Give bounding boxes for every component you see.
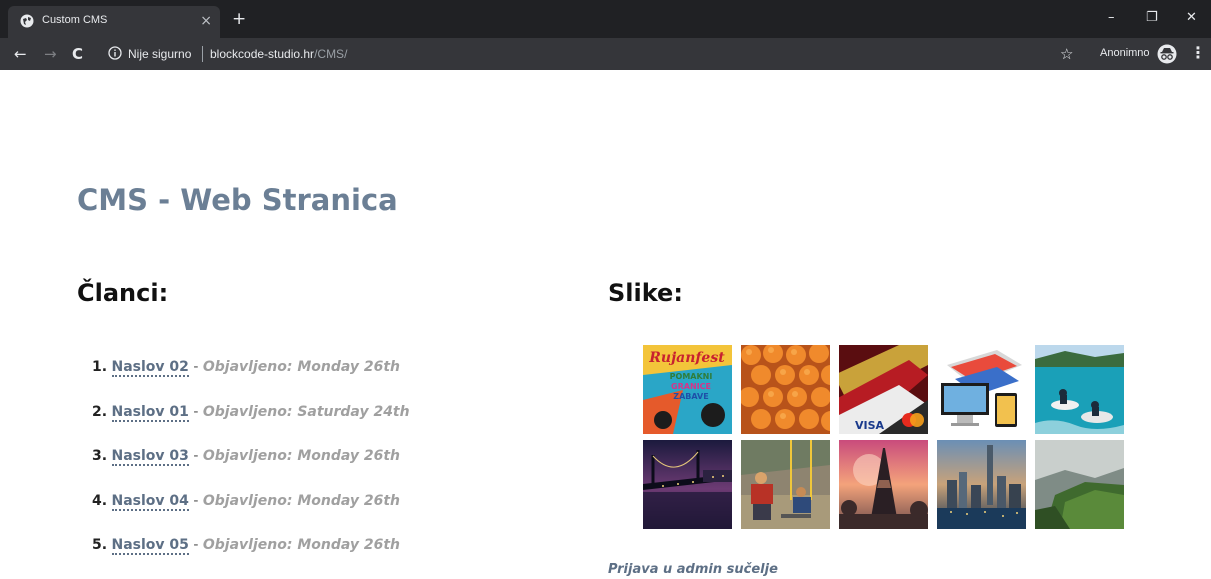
forward-arrow-icon[interactable]: →	[44, 45, 57, 63]
gallery-image-green-cliffs[interactable]	[1035, 440, 1124, 529]
separator: -	[188, 448, 203, 464]
gallery-image-city-skyline[interactable]	[937, 440, 1026, 529]
close-window-button[interactable]: ✕	[1186, 10, 1197, 26]
security-label[interactable]: Nije sigurno	[128, 47, 191, 61]
articles-heading: Članci:	[77, 279, 169, 307]
tab-close-icon[interactable]: ×	[200, 12, 212, 30]
images-heading: Slike:	[608, 279, 683, 307]
article-link[interactable]: Naslov 03	[111, 448, 189, 466]
url-path: /CMS/	[314, 47, 348, 61]
separator: -	[188, 359, 203, 375]
article-link[interactable]: Naslov 01	[111, 403, 189, 422]
restore-button[interactable]: ❐	[1146, 10, 1158, 26]
incognito-label[interactable]: Anonimno	[1100, 47, 1150, 59]
festival-poster-image: Rujanfest POMAKNI GRANICE ZABAVE	[643, 345, 732, 434]
reload-icon[interactable]: C	[72, 45, 83, 63]
divider	[202, 46, 203, 62]
list-item: 2. Naslov 01 - Objavljeno: Saturday 24th	[92, 401, 410, 446]
published-date: Objavljeno: Monday 26th	[202, 537, 401, 553]
published-date: Objavljeno: Monday 26th	[202, 492, 401, 509]
article-link[interactable]: Naslov 04	[111, 492, 189, 511]
gallery-image-devices[interactable]	[937, 345, 1026, 434]
list-item: 4. Naslov 04 - Objavljeno: Monday 26th	[92, 490, 410, 535]
poster-line: GRANICE	[671, 382, 711, 391]
browser-toolbar: ← → C Nije sigurno blockcode-studio.hr/C…	[0, 38, 1211, 70]
article-link[interactable]: Naslov 02	[111, 359, 189, 377]
city-skyline-image	[937, 440, 1026, 529]
info-icon[interactable]	[108, 46, 122, 60]
article-list: 1. Naslov 02 - Objavljeno: Monday 26th 2…	[92, 356, 410, 579]
credit-cards-image: VISA	[839, 345, 928, 434]
published-date: Objavljeno: Monday 26th	[202, 448, 401, 464]
globe-icon	[20, 14, 34, 28]
jet-ski-image	[1035, 345, 1124, 434]
published-date: Objavljeno: Saturday 24th	[202, 403, 410, 420]
incognito-icon[interactable]	[1157, 44, 1177, 64]
browser-tab-bar: Custom CMS × + – ❐ ✕	[0, 0, 1211, 38]
list-item: 3. Naslov 03 - Objavljeno: Monday 26th	[92, 445, 410, 490]
page-title: CMS - Web Stranica	[77, 183, 398, 217]
separator: -	[188, 537, 203, 553]
url-host: blockcode-studio.hr	[210, 47, 315, 61]
gallery-image-oranges[interactable]	[741, 345, 830, 434]
menu-kebab-icon[interactable]: ⋮	[1190, 44, 1206, 62]
list-number: 2.	[92, 403, 108, 420]
back-arrow-icon[interactable]: ←	[14, 45, 27, 63]
list-number: 4.	[92, 492, 108, 509]
devices-mockup-image	[937, 345, 1026, 434]
list-item: 1. Naslov 02 - Objavljeno: Monday 26th	[92, 356, 410, 401]
separator: -	[188, 403, 203, 420]
published-date: Objavljeno: Monday 26th	[202, 359, 401, 375]
tab-title: Custom CMS	[42, 14, 108, 26]
gallery-image-festival-poster[interactable]: Rujanfest POMAKNI GRANICE ZABAVE	[643, 345, 732, 434]
article-link[interactable]: Naslov 05	[111, 537, 189, 555]
image-gallery: Rujanfest POMAKNI GRANICE ZABAVE VISA	[643, 345, 1133, 529]
address-bar[interactable]: Nije sigurno blockcode-studio.hr/CMS/	[100, 42, 1080, 66]
bookmark-star-icon[interactable]: ☆	[1060, 45, 1073, 63]
separator: -	[188, 492, 203, 509]
construction-workers-image	[741, 440, 830, 529]
new-tab-button[interactable]: +	[232, 10, 246, 28]
poster-line: POMAKNI	[670, 372, 713, 381]
browser-tab[interactable]: Custom CMS ×	[8, 6, 220, 38]
gallery-image-bridge-night[interactable]	[643, 440, 732, 529]
gallery-image-workers[interactable]	[741, 440, 830, 529]
minimize-button[interactable]: –	[1108, 10, 1115, 26]
gallery-image-eiffel-tower[interactable]	[839, 440, 928, 529]
green-cliffs-image	[1035, 440, 1124, 529]
list-number: 1.	[92, 359, 108, 375]
card-brand-text: VISA	[855, 419, 885, 432]
bridge-night-image	[643, 440, 732, 529]
gallery-image-jet-ski[interactable]	[1035, 345, 1124, 434]
url-text[interactable]: blockcode-studio.hr/CMS/	[210, 47, 347, 61]
list-number: 3.	[92, 448, 108, 464]
oranges-image	[741, 345, 830, 434]
poster-title: Rujanfest	[648, 350, 725, 366]
list-number: 5.	[92, 537, 108, 553]
list-item: 5. Naslov 05 - Objavljeno: Monday 26th	[92, 534, 410, 579]
admin-login-link[interactable]: Prijava u admin sučelje	[608, 562, 778, 577]
poster-line: ZABAVE	[673, 392, 708, 401]
gallery-image-credit-cards[interactable]: VISA	[839, 345, 928, 434]
eiffel-tower-image	[839, 440, 928, 529]
